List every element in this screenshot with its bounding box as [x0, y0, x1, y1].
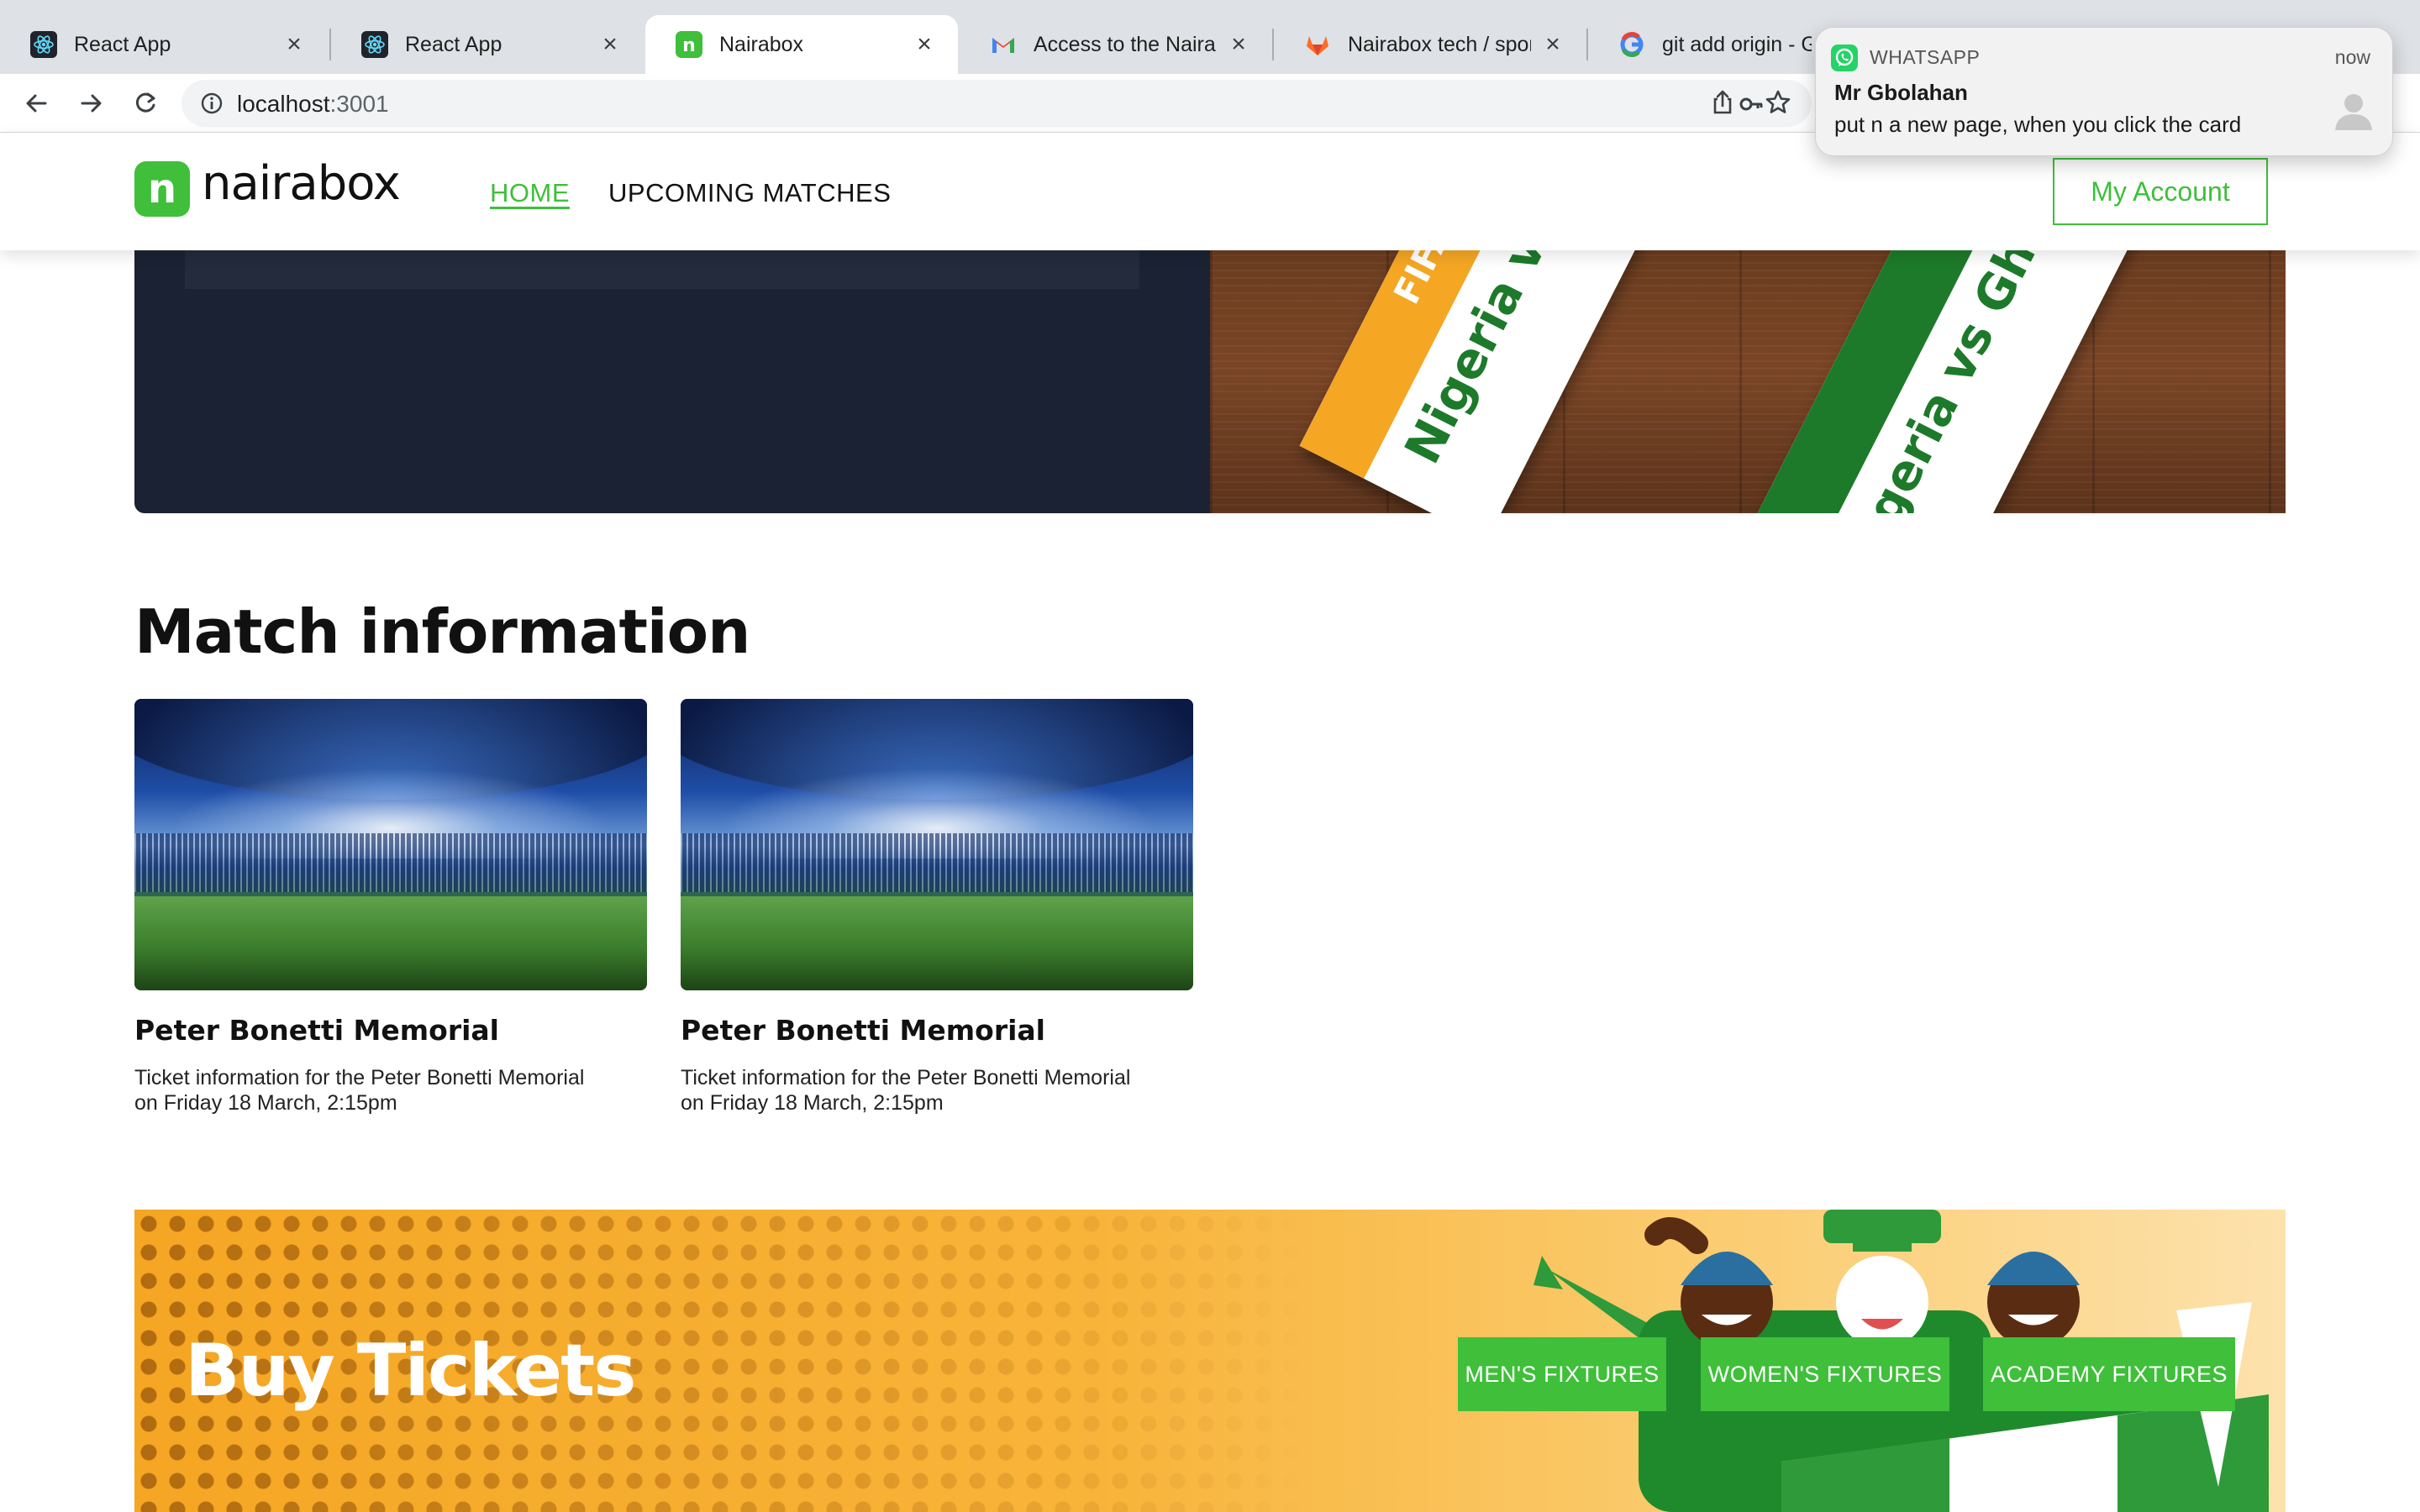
browser-tab-react-app-1[interactable]: React App ×: [0, 15, 328, 74]
tab-title: React App: [74, 32, 171, 56]
reload-icon[interactable]: [128, 86, 163, 121]
womens-fixtures-button[interactable]: WOMEN'S FIXTURES: [1701, 1337, 1949, 1411]
bookmark-star-icon[interactable]: [1765, 89, 1791, 116]
contact-avatar-icon: [2330, 87, 2377, 134]
whatsapp-icon: [1831, 45, 1858, 71]
tab-title: Access to the Nairabo: [1034, 32, 1217, 56]
logo-text[interactable]: nairabox: [202, 156, 401, 211]
url-port: :3001: [329, 91, 389, 117]
hero-banner: Nigeria vs Gha FIFA igeria vs Ghana: [134, 250, 2286, 513]
tab-close-icon[interactable]: ×: [1539, 30, 1566, 59]
browser-tab-react-app-2[interactable]: React App ×: [331, 15, 644, 74]
academy-fixtures-button[interactable]: ACADEMY FIXTURES: [1983, 1337, 2235, 1411]
card-title[interactable]: Peter Bonetti Memorial: [134, 1014, 647, 1047]
url-text[interactable]: localhost:3001: [237, 91, 389, 118]
browser-tab-gmail[interactable]: Access to the Nairabo ×: [960, 15, 1272, 74]
browser-tab-google[interactable]: git add origin - Go: [1588, 15, 1832, 74]
match-card[interactable]: Peter Bonetti Memorial Ticket informatio…: [134, 699, 647, 1116]
notification-sender: Mr Gbolahan: [1834, 80, 1968, 105]
address-bar[interactable]: localhost:3001: [182, 80, 1812, 127]
my-account-button[interactable]: My Account: [2053, 158, 2268, 225]
whatsapp-notification[interactable]: WHATSAPP now Mr Gbolahan put n a new pag…: [1815, 27, 2393, 156]
ticket-image: Nigeria vs Gha FIFA: [1299, 250, 1701, 513]
back-arrow-icon[interactable]: [18, 86, 54, 121]
nairabox-logo-icon[interactable]: n: [134, 161, 190, 217]
react-icon: [361, 31, 388, 58]
browser-tab-gitlab[interactable]: Nairabox tech / sports ×: [1274, 15, 1586, 74]
tab-title: git add origin - Go: [1662, 32, 1812, 56]
tab-close-icon[interactable]: ×: [281, 30, 308, 59]
section-title: Match information: [134, 596, 750, 667]
google-icon: [1618, 31, 1645, 58]
forward-arrow-icon[interactable]: [74, 86, 109, 121]
tab-close-icon[interactable]: ×: [1225, 30, 1252, 59]
nav-home[interactable]: HOME: [490, 178, 570, 208]
tab-close-icon[interactable]: ×: [911, 30, 938, 59]
gmail-icon: [990, 31, 1017, 58]
banner-title: Buy Tickets: [185, 1329, 636, 1413]
gitlab-icon: [1304, 31, 1331, 58]
notification-time: now: [2334, 46, 2370, 68]
nairabox-icon: n: [676, 31, 702, 58]
react-icon: [30, 31, 57, 58]
nav-upcoming-matches[interactable]: UPCOMING MATCHES: [608, 178, 891, 208]
hero-fixtures-panel: [134, 250, 1210, 513]
card-title[interactable]: Peter Bonetti Memorial: [681, 1014, 1193, 1047]
tab-title: Nairabox tech / sports: [1348, 32, 1531, 56]
svg-text:n: n: [682, 35, 696, 56]
stadium-image[interactable]: [681, 699, 1193, 990]
ticket-image: igeria vs Ghana: [1753, 250, 2154, 513]
card-description: Ticket information for the Peter Bonetti…: [681, 1066, 1131, 1115]
notification-message: put n a new page, when you click the car…: [1834, 112, 2242, 137]
tab-title: React App: [405, 32, 502, 56]
tab-title: Nairabox: [719, 32, 804, 56]
hero-tickets-image: Nigeria vs Gha FIFA igeria vs Ghana: [1210, 250, 2286, 513]
fixture-row: [185, 250, 1139, 289]
card-description: Ticket information for the Peter Bonetti…: [134, 1066, 585, 1115]
tab-close-icon[interactable]: ×: [597, 30, 623, 59]
share-icon[interactable]: [1709, 89, 1736, 116]
url-host: localhost: [237, 91, 330, 117]
site-info-icon[interactable]: [200, 92, 224, 115]
stadium-image[interactable]: [134, 699, 647, 990]
mens-fixtures-button[interactable]: MEN'S FIXTURES: [1458, 1337, 1666, 1411]
key-icon[interactable]: [1738, 91, 1765, 118]
match-card[interactable]: Peter Bonetti Memorial Ticket informatio…: [681, 699, 1193, 1116]
browser-tab-nairabox[interactable]: n Nairabox ×: [645, 15, 958, 74]
buy-tickets-banner: Buy Tickets MEN'S FIXTURES WOMEN'S FIXTU…: [134, 1210, 2286, 1512]
notification-app-name: WHATSAPP: [1870, 46, 1981, 68]
